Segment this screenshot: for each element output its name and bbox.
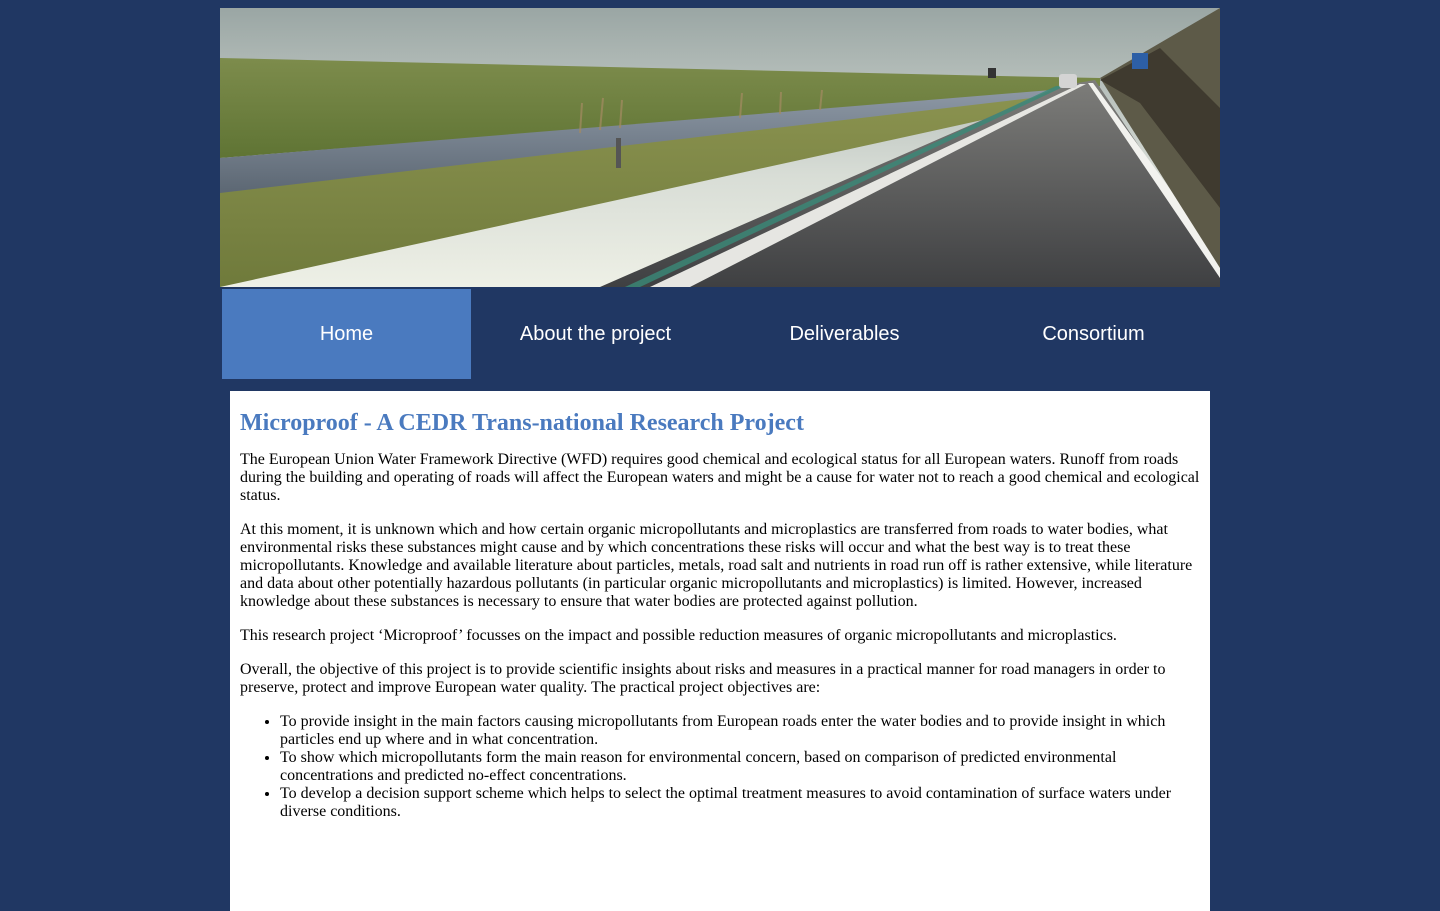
objectives-list: To provide insight in the main factors c… (240, 713, 1200, 821)
focus-paragraph: This research project ‘Microproof’ focus… (240, 627, 1117, 644)
objective-item: To provide insight in the main factors c… (280, 713, 1200, 749)
nav-home[interactable]: Home (222, 289, 471, 379)
main-nav: Home About the project Deliverables Cons… (222, 289, 1218, 379)
intro-paragraph: The European Union Water Framework Direc… (240, 451, 1200, 504)
knowledge-paragraph: At this moment, it is unknown which and … (240, 521, 1193, 610)
nav-deliverables[interactable]: Deliverables (720, 289, 969, 379)
banner-image (220, 8, 1220, 287)
page-title: Microproof - A CEDR Trans-national Resea… (240, 410, 804, 436)
nav-consortium[interactable]: Consortium (969, 289, 1218, 379)
objective-item: To show which micropollutants form the m… (280, 749, 1200, 785)
nav-about-the-project[interactable]: About the project (471, 289, 720, 379)
objective-item: To develop a decision support scheme whi… (280, 785, 1200, 821)
main-content: Microproof - A CEDR Trans-national Resea… (230, 391, 1210, 911)
objective-paragraph: Overall, the objective of this project i… (240, 661, 1166, 696)
